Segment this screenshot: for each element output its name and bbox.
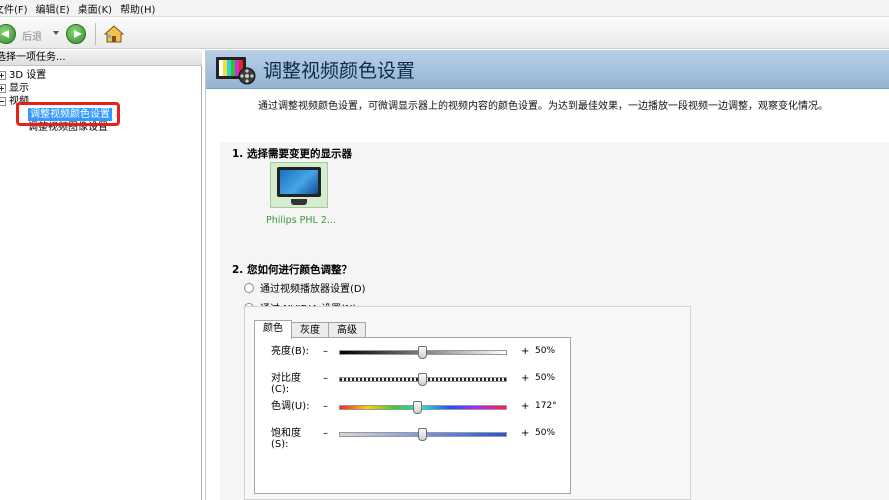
back-label[interactable]: 后退 [22,28,42,43]
contrast-label: 对比度 (C): [271,373,301,395]
contrast-minus[interactable]: – [323,373,328,384]
color-tabs: 颜色 灰度 高级 [254,320,366,339]
toolbar-separator [95,23,96,45]
home-icon[interactable] [104,24,124,44]
hue-slider[interactable] [339,401,507,414]
monitor-stand [291,199,307,205]
contrast-value: 50% [535,373,556,383]
menu-help[interactable]: 帮助(H) [120,1,155,16]
hue-label: 色调(U): [271,401,310,412]
display-monitor-label[interactable]: Philips PHL 2... [266,215,336,226]
brightness-slider-thumb[interactable] [418,346,427,359]
display-monitor-tile[interactable] [270,162,328,208]
color-tab-panel: 亮度(B): – + 50% 对比度 (C): – + 50% 色调(U): –… [254,337,571,494]
contrast-slider-row: 对比度 (C): – + 50% [255,373,572,399]
saturation-label: 饱和度 (S): [271,428,301,450]
hue-slider-row: 色调(U): – + 172° [255,401,572,427]
radio-video-player-settings[interactable]: 通过视频播放器设置(D) [244,280,366,295]
history-dropdown-icon[interactable] [53,31,59,35]
saturation-minus[interactable]: – [323,428,328,439]
video-color-icon [216,57,256,85]
monitor-icon [277,167,321,197]
expand-plus-icon[interactable] [0,71,6,80]
saturation-slider-row: 饱和度 (S): – + 50% [255,428,572,454]
toolbar: 后退 [0,18,889,49]
saturation-slider[interactable] [339,428,507,441]
section-select-display-title: 1. 选择需要变更的显示器 [232,148,352,160]
contrast-slider-thumb[interactable] [418,373,427,386]
saturation-value: 50% [535,428,556,438]
hue-slider-thumb[interactable] [413,401,423,414]
tree-item-display[interactable]: 显示 [0,82,200,95]
expand-plus-icon[interactable] [0,84,6,93]
brightness-label: 亮度(B): [271,346,310,357]
collapse-minus-icon[interactable] [0,97,6,106]
menu-desktop[interactable]: 桌面(K) [78,1,112,16]
page-title: 调整视频颜色设置 [263,60,416,82]
annotation-highlight-box [16,102,120,126]
brightness-value: 50% [535,346,556,356]
forward-arrow-icon[interactable] [66,24,86,44]
contrast-slider[interactable] [339,373,507,386]
page-banner: 调整视频颜色设置 [206,50,889,89]
hue-plus[interactable]: + [521,401,529,412]
saturation-slider-thumb[interactable] [418,428,427,441]
hue-value: 172° [535,401,557,411]
page-description: 通过调整视频颜色设置，可微调显示器上的视频内容的颜色设置。为达到最佳效果，一边播… [258,101,828,112]
brightness-minus[interactable]: – [323,346,328,357]
brightness-slider[interactable] [339,346,507,359]
menu-file[interactable]: 文件(F) [0,1,28,16]
hue-minus[interactable]: – [323,401,328,412]
brightness-slider-row: 亮度(B): – + 50% [255,346,572,372]
contrast-plus[interactable]: + [521,373,529,384]
brightness-plus[interactable]: + [521,346,529,357]
section-adjust-method-title: 2. 您如何进行颜色调整？ [232,264,352,276]
task-panel: 选择一项任务... 3D 设置 显示 视频 调整视频颜色设置 调整视频图像设置 [0,50,202,500]
tab-color[interactable]: 颜色 [254,320,292,339]
content-panel: 调整视频颜色设置 通过调整视频颜色设置，可微调显示器上的视频内容的颜色设置。为达… [205,50,889,500]
radio-button[interactable] [244,282,254,293]
menu-edit[interactable]: 编辑(E) [36,1,70,16]
tree-item-3d-settings[interactable]: 3D 设置 [0,69,200,82]
task-panel-header: 选择一项任务... [0,50,202,66]
menu-bar: 文件(F) 编辑(E) 桌面(K) 帮助(H) [0,0,889,17]
saturation-plus[interactable]: + [521,428,529,439]
back-arrow-icon[interactable] [0,24,16,44]
